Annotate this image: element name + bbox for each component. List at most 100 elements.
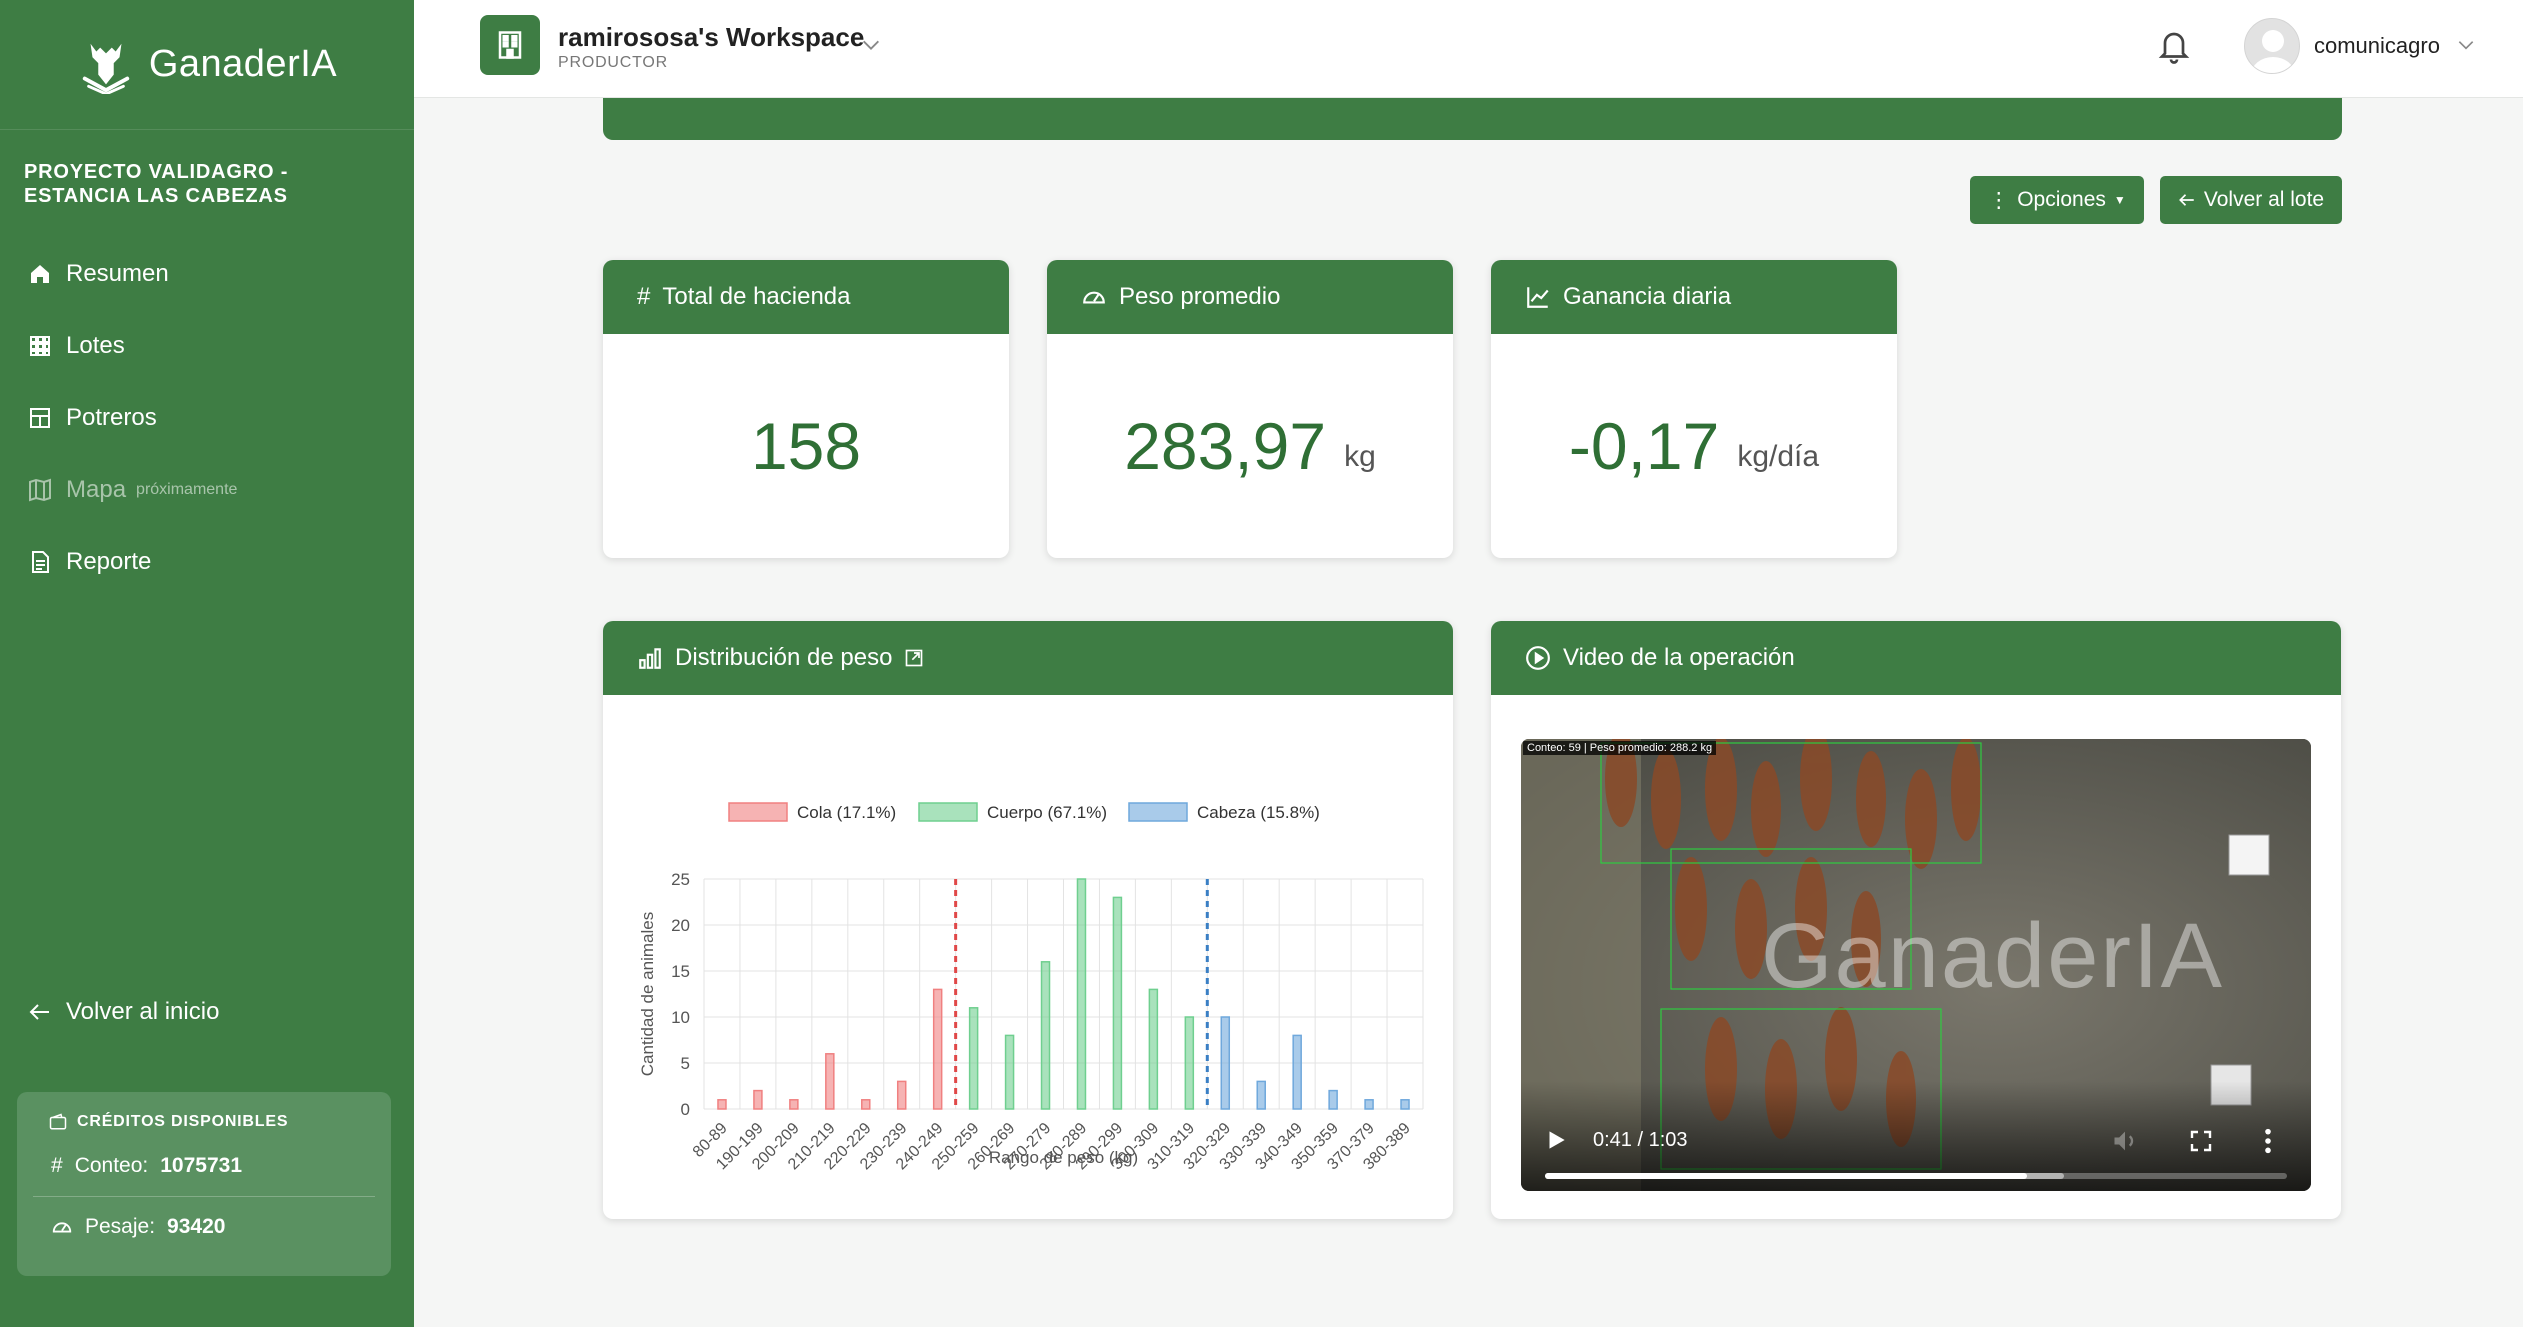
stat-unit: kg/día: [1737, 440, 1820, 473]
stat-card-total: # Total de hacienda 158: [603, 260, 1009, 558]
sidebar-item-label: Mapa: [66, 476, 127, 503]
workspace-name[interactable]: ramirososa's Workspace: [558, 22, 864, 53]
video-overlay-info: Conteo: 59 | Peso promedio: 288.2 kg: [1523, 741, 1717, 755]
y-tick-label: 10: [671, 1008, 690, 1027]
building-icon: [498, 31, 522, 59]
stat-unit: kg: [1344, 440, 1376, 473]
sidebar-item-resumen[interactable]: Resumen: [0, 238, 414, 310]
sidebar-item-label: Potreros: [66, 404, 157, 431]
workspace-role: PRODUCTOR: [558, 54, 669, 71]
wallet-icon: [49, 1113, 67, 1130]
stat-value: 283,97: [1124, 409, 1327, 483]
distribution-card: Distribución de peso 0 5 10 15 20 25 80-89 190-…: [603, 621, 1453, 1219]
y-tick-label: 25: [671, 870, 690, 889]
sidebar-item-mapa: Mapa próximamente: [0, 454, 414, 526]
arrow-left-icon: [29, 1004, 49, 1020]
credits-panel: CRÉDITOS DISPONIBLES # Conteo: 1075731 P…: [17, 1092, 391, 1276]
map-icon: [29, 478, 51, 502]
file-icon: [32, 551, 49, 573]
bell-icon[interactable]: [2156, 26, 2192, 66]
credit-conteo-value: 1075731: [160, 1154, 243, 1177]
avatar[interactable]: [2244, 18, 2300, 74]
sidebar-nav: Resumen Lotes Potreros Mapa próximamente: [0, 238, 414, 598]
bar: [1076, 878, 1087, 1110]
coming-soon-badge: próximamente: [136, 481, 238, 498]
bar: [1256, 1080, 1266, 1110]
stat-body: 158: [603, 334, 1009, 558]
bar: [1220, 1016, 1231, 1110]
credit-pesaje-value: 93420: [167, 1214, 226, 1238]
video-time: 0:41 / 1:03: [1593, 1129, 1688, 1151]
project-name: PROYECTO VALIDAGRO - ESTANCIA LAS CABEZA…: [24, 161, 289, 207]
chevron-down-icon[interactable]: [860, 34, 882, 56]
line-chart-icon: [1527, 287, 1549, 308]
bar: [1148, 988, 1159, 1110]
bar: [861, 1099, 871, 1110]
video-progress-bar[interactable]: [1545, 1173, 2287, 1179]
sidebar: GanaderIA PROYECTO VALIDAGRO - ESTANCIA …: [0, 0, 414, 1327]
play-icon[interactable]: [1543, 1127, 1569, 1153]
bar: [1400, 1099, 1410, 1110]
back-to-lot-button[interactable]: Volver al lote: [2160, 176, 2342, 224]
chevron-down-icon[interactable]: [2456, 35, 2476, 55]
stat-value: -0,17: [1568, 409, 1720, 483]
hash-icon: #: [637, 283, 651, 310]
bar: [1292, 1034, 1302, 1110]
card-header: Ganancia diaria: [1491, 260, 1897, 334]
sidebar-item-potreros[interactable]: Potreros: [0, 382, 414, 454]
bar: [1328, 1089, 1338, 1110]
gauge-icon: [1083, 291, 1105, 304]
lot-banner: [603, 98, 2342, 140]
sidebar-item-label: Resumen: [66, 260, 169, 287]
y-tick-label: 0: [681, 1100, 690, 1119]
brand-name: GanaderIA: [148, 43, 338, 85]
topbar: ramirososa's Workspace PRODUCTOR comunic…: [414, 0, 2523, 98]
bar: [717, 1099, 727, 1110]
sidebar-item-reporte[interactable]: Reporte: [0, 526, 414, 598]
y-tick-label: 15: [671, 962, 690, 981]
legend-label: Cabeza (15.8%): [1197, 803, 1320, 822]
grid-icon: [30, 336, 50, 356]
bar: [896, 1080, 907, 1110]
back-home-link[interactable]: Volver al inicio: [0, 976, 414, 1048]
legend-swatch: [1128, 802, 1188, 822]
bar-chart-icon: [639, 648, 661, 669]
video-card: Video de la operación Conteo: 59 | Peso …: [1491, 621, 2341, 1219]
home-icon: [31, 265, 49, 283]
card-header: Distribución de peso: [603, 621, 1453, 695]
sidebar-item-lotes[interactable]: Lotes: [0, 310, 414, 382]
vertical-dots-icon: ⋮: [1988, 188, 2010, 212]
layout-icon: [30, 408, 50, 428]
user-name[interactable]: comunicagro: [2314, 33, 2440, 59]
sidebar-item-label: Lotes: [66, 332, 125, 359]
bar: [1184, 1016, 1195, 1110]
card-header: Video de la operación: [1491, 621, 2341, 695]
play-circle-icon: [1526, 646, 1550, 670]
video-player[interactable]: Conteo: 59 | Peso promedio: 288.2 kg Gan…: [1521, 739, 2311, 1191]
more-vertical-icon[interactable]: [2263, 1127, 2273, 1155]
bar: [789, 1099, 799, 1110]
legend-label: Cola (17.1%): [797, 803, 896, 822]
stat-card-weight: Peso promedio 283,97 kg: [1047, 260, 1453, 558]
brand[interactable]: GanaderIA: [0, 0, 414, 130]
credits-title: CRÉDITOS DISPONIBLES: [33, 1108, 375, 1136]
fullscreen-icon[interactable]: [2189, 1129, 2213, 1153]
bar: [968, 1007, 979, 1110]
hash-icon: #: [51, 1154, 63, 1177]
bar: [932, 988, 943, 1110]
external-link-icon[interactable]: [904, 648, 924, 668]
workspace-icon[interactable]: [480, 15, 540, 75]
stat-body: -0,17 kg/día: [1491, 334, 1897, 558]
video-progress-fill: [1545, 1173, 2028, 1179]
video-watermark: GanaderIA: [1761, 905, 2224, 1007]
bar: [1040, 961, 1051, 1110]
credit-conteo: # Conteo: 1075731: [51, 1154, 243, 1177]
gauge-icon: [52, 1222, 72, 1232]
stat-card-gain: Ganancia diaria -0,17 kg/día: [1491, 260, 1897, 558]
bar: [1112, 896, 1123, 1110]
options-button[interactable]: ⋮ Opciones ▼: [1970, 176, 2144, 224]
cow-logo-icon: [82, 43, 130, 94]
arrow-left-icon: [2178, 194, 2194, 206]
stat-value: 158: [750, 409, 862, 483]
back-home-label: Volver al inicio: [66, 998, 220, 1025]
